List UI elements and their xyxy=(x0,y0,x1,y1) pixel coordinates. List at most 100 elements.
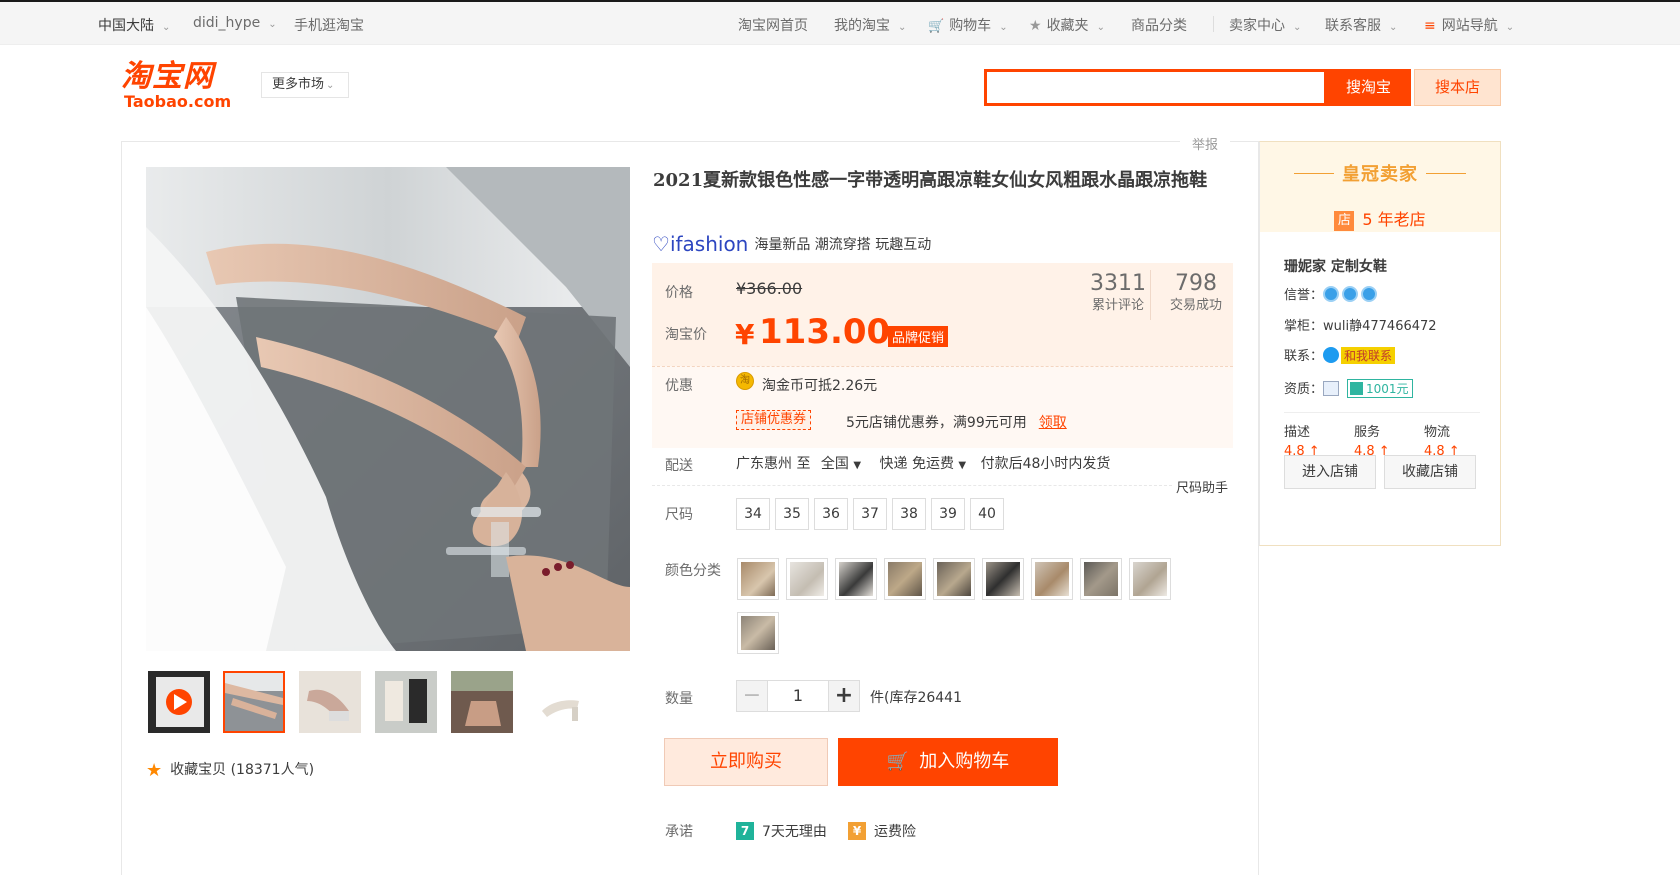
star-icon: ★ xyxy=(1029,18,1042,34)
site-nav-label: 网站导航 xyxy=(1441,18,1498,34)
size-option-38[interactable]: 38 xyxy=(892,498,926,530)
thumbnail-1[interactable] xyxy=(223,671,285,733)
play-video-icon xyxy=(148,671,210,733)
seller-center-menu[interactable]: 卖家中心 ⌄ xyxy=(1229,15,1301,35)
diamond-icon xyxy=(1323,286,1340,302)
ifashion-logo: ♡ifashion xyxy=(652,232,748,256)
ship-method-value: 快递 免运费 xyxy=(879,456,954,472)
ifashion-brand-text: ifashion xyxy=(669,232,749,256)
credit-row: 信誉： xyxy=(1284,284,1380,303)
seller-center-label: 卖家中心 xyxy=(1229,18,1285,34)
menu-icon: ≡ xyxy=(1424,18,1436,34)
color-swatch-7[interactable] xyxy=(1031,558,1073,600)
taobao-logo[interactable]: 淘宝网 Taobao.com xyxy=(121,60,239,112)
color-swatch-1[interactable] xyxy=(737,558,779,600)
size-option-37[interactable]: 37 xyxy=(853,498,887,530)
user-menu[interactable]: didi_hype ⌄ xyxy=(193,15,277,31)
contact-seller-button[interactable]: 和我联系 xyxy=(1323,347,1396,364)
ship-time: 付款后48小时内发货 xyxy=(980,456,1111,472)
more-market-dropdown[interactable]: 更多市场 ⌄ xyxy=(261,72,349,98)
coupon-description: 5元店铺优惠券，满99元可用 xyxy=(846,415,1027,431)
size-option-39[interactable]: 39 xyxy=(931,498,965,530)
taobao-home-link[interactable]: 淘宝网首页 xyxy=(738,15,808,35)
ship-method-dropdown[interactable]: 快递 免运费 ▼ xyxy=(880,456,967,472)
size-helper-link[interactable]: 尺码助手 xyxy=(1176,477,1228,496)
size-option-35[interactable]: 35 xyxy=(775,498,809,530)
promo-label: 优惠 xyxy=(665,378,693,394)
quantity-decrease-button[interactable]: − xyxy=(736,680,768,712)
color-swatch-5[interactable] xyxy=(933,558,975,600)
thumbnail-4[interactable] xyxy=(451,671,513,733)
search-shop-button[interactable]: 搜本店 xyxy=(1414,69,1501,106)
region-label: 中国大陆 xyxy=(98,18,154,34)
score-desc-label: 描述 xyxy=(1284,425,1311,440)
color-swatch-4[interactable] xyxy=(884,558,926,600)
thumbnail-3[interactable] xyxy=(375,671,437,733)
favorite-count-label: 收藏宝贝 (18371人气) xyxy=(170,762,315,778)
diamond-icon xyxy=(1342,286,1359,302)
search-input[interactable] xyxy=(984,69,1327,106)
thumbnail-5[interactable] xyxy=(527,671,589,733)
customer-service-menu[interactable]: 联系客服 ⌄ xyxy=(1325,15,1397,35)
my-taobao-menu[interactable]: 我的淘宝 ⌄ xyxy=(834,15,906,35)
current-price: 113.00 xyxy=(759,312,891,352)
color-swatch-6[interactable] xyxy=(982,558,1024,600)
quantity-increase-button[interactable]: + xyxy=(828,680,860,712)
report-link[interactable]: 举报 xyxy=(1180,134,1231,153)
divider xyxy=(1426,173,1466,174)
site-nav-menu[interactable]: ≡ 网站导航 ⌄ xyxy=(1424,15,1514,35)
divider xyxy=(1294,173,1334,174)
thumbnail-video[interactable] xyxy=(148,671,210,733)
add-to-cart-label: 加入购物车 xyxy=(919,751,1010,772)
color-swatch-3[interactable] xyxy=(835,558,877,600)
shipping-insurance-text: 运费险 xyxy=(874,824,916,840)
divider xyxy=(652,485,1172,486)
ship-from: 广东惠州 至 xyxy=(736,456,811,472)
enter-shop-button[interactable]: 进入店铺 xyxy=(1284,455,1376,489)
favorite-shop-button[interactable]: 收藏店铺 xyxy=(1384,455,1476,489)
divider xyxy=(1213,16,1214,32)
color-swatch-9[interactable] xyxy=(1129,558,1171,600)
reviews-stat[interactable]: 3311 累计评论 xyxy=(1082,271,1154,315)
color-swatch-8[interactable] xyxy=(1080,558,1122,600)
mobile-taobao-link[interactable]: 手机逛淘宝 xyxy=(294,15,364,35)
taojinbi-coin-icon: 淘 xyxy=(736,372,754,390)
top-nav-bar: 中国大陆 ⌄ didi_hype ⌄ 手机逛淘宝 淘宝网首页 我的淘宝 ⌄ 🛒 购物车 ⌄… xyxy=(0,0,1680,45)
qualification-row: 资质： 1001元 xyxy=(1284,378,1413,398)
shop-name[interactable]: 珊妮家 定制女鞋 xyxy=(1284,256,1387,276)
owner-label: 掌柜： xyxy=(1284,319,1324,334)
color-swatch-10[interactable] xyxy=(737,612,779,654)
coupon-text: 5元店铺优惠券，满99元可用 领取 xyxy=(846,412,1067,432)
price-label: 价格 xyxy=(665,285,693,301)
cart-menu[interactable]: 🛒 购物车 ⌄ xyxy=(928,15,1008,35)
thumbnail-2[interactable] xyxy=(299,671,361,733)
ship-to-value: 全国 xyxy=(820,456,849,472)
categories-link[interactable]: 商品分类 xyxy=(1131,15,1187,35)
chevron-down-icon: ⌄ xyxy=(162,22,171,33)
my-taobao-label: 我的淘宝 xyxy=(834,18,890,34)
region-selector[interactable]: 中国大陆 ⌄ xyxy=(98,15,170,35)
color-swatch-2[interactable] xyxy=(786,558,828,600)
favorite-item-link[interactable]: ★ 收藏宝贝 (18371人气) xyxy=(146,759,314,781)
cart-icon: 🛒 xyxy=(928,19,945,34)
thumbnail-photo xyxy=(451,671,513,733)
main-product-image[interactable] xyxy=(146,167,630,651)
favorites-menu[interactable]: ★ 收藏夹 ⌄ xyxy=(1029,15,1105,35)
chevron-down-icon: ⌄ xyxy=(999,22,1008,33)
buy-now-button[interactable]: 立即购买 xyxy=(664,738,828,786)
sales-count: 798 xyxy=(1175,271,1217,296)
size-option-40[interactable]: 40 xyxy=(970,498,1004,530)
ship-to-dropdown[interactable]: 全国 ▼ xyxy=(821,456,861,472)
claim-coupon-link[interactable]: 领取 xyxy=(1039,415,1067,431)
contact-tag: 和我联系 xyxy=(1341,347,1396,364)
currency-symbol: ¥ xyxy=(735,318,755,351)
size-option-36[interactable]: 36 xyxy=(814,498,848,530)
thumbnail-photo xyxy=(375,671,437,733)
quantity-input[interactable]: 1 xyxy=(768,680,828,712)
size-option-34[interactable]: 34 xyxy=(736,498,770,530)
ifashion-banner[interactable]: ♡ifashion 海量新品 潮流穿搭 玩趣互动 xyxy=(652,232,931,256)
search-taobao-button[interactable]: 搜淘宝 xyxy=(1326,69,1411,106)
add-to-cart-button[interactable]: 🛒 加入购物车 xyxy=(838,738,1058,786)
chevron-down-icon: ⌄ xyxy=(1505,22,1515,33)
shop-years-label: 5 年老店 xyxy=(1362,210,1426,229)
